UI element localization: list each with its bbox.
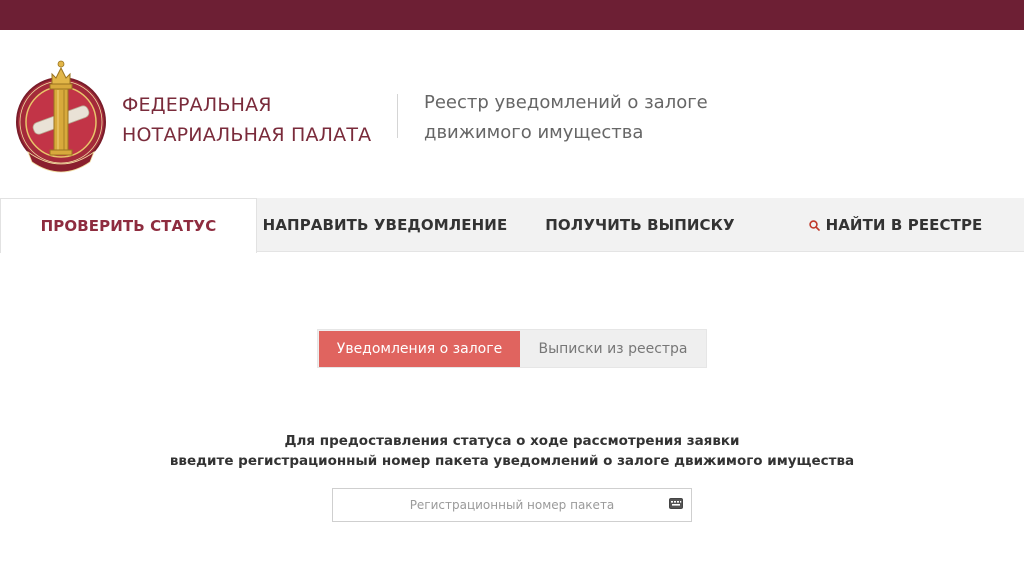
tab-send-notification-label: НАПРАВИТЬ УВЕДОМЛЕНИЕ	[262, 216, 508, 234]
main-nav: ПРОВЕРИТЬ СТАТУС НАПРАВИТЬ УВЕДОМЛЕНИЕ П…	[0, 198, 1024, 253]
registration-number-field	[332, 488, 692, 522]
search-icon	[808, 219, 820, 231]
brand-name: ФЕДЕРАЛЬНАЯ НОТАРИАЛЬНАЯ ПАЛАТА	[122, 90, 371, 150]
keyboard-icon[interactable]	[669, 498, 683, 509]
instructions: Для предоставления статуса о ходе рассмо…	[0, 431, 1024, 471]
instructions-line-1: Для предоставления статуса о ходе рассмо…	[284, 433, 740, 449]
top-bar	[0, 0, 1024, 30]
tab-search-registry-label: НАЙТИ В РЕЕСТРЕ	[825, 216, 983, 234]
instructions-line-2: введите регистрационный номер пакета уве…	[169, 453, 855, 469]
header: ФЕДЕРАЛЬНАЯ НОТАРИАЛЬНАЯ ПАЛАТА Реестр у…	[0, 30, 1024, 198]
tab-search-registry[interactable]: НАЙТИ В РЕЕСТРЕ	[767, 198, 1024, 252]
registry-title-line-1: Реестр уведомлений о залоге	[424, 92, 708, 113]
registry-title-line-2: движимого имущества	[424, 122, 644, 143]
tab-check-status-label: ПРОВЕРИТЬ СТАТУС	[40, 217, 217, 235]
header-divider	[397, 94, 398, 138]
brand-line-2: НОТАРИАЛЬНАЯ ПАЛАТА	[122, 124, 372, 146]
registration-number-input[interactable]	[333, 489, 691, 521]
tab-get-extract[interactable]: ПОЛУЧИТЬ ВЫПИСКУ	[513, 198, 767, 252]
tab-check-status[interactable]: ПРОВЕРИТЬ СТАТУС	[0, 198, 257, 253]
switch-notifications-button[interactable]: Уведомления о залоге	[319, 331, 520, 367]
switch-extracts-button[interactable]: Выписки из реестра	[520, 331, 706, 367]
type-switcher: Уведомления о залоге Выписки из реестра	[317, 329, 707, 368]
registry-title: Реестр уведомлений о залоге движимого им…	[424, 88, 708, 148]
tab-get-extract-label: ПОЛУЧИТЬ ВЫПИСКУ	[545, 216, 735, 234]
notary-emblem-icon[interactable]	[14, 54, 108, 176]
brand-line-1: ФЕДЕРАЛЬНАЯ	[122, 94, 272, 116]
tab-send-notification[interactable]: НАПРАВИТЬ УВЕДОМЛЕНИЕ	[257, 198, 513, 252]
